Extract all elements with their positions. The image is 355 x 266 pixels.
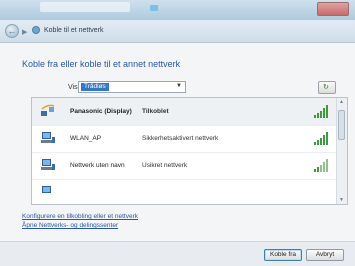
cancel-button[interactable]: Avbryt: [306, 249, 344, 261]
disconnect-button[interactable]: Koble fra: [264, 249, 302, 261]
scroll-up-icon[interactable]: ▲: [339, 99, 344, 105]
signal-strength-icon: [314, 159, 330, 172]
setup-connection-link[interactable]: Konfigurere en tilkobling eller et nettv…: [22, 213, 138, 220]
breadcrumb: Koble til et nettverk: [44, 27, 104, 34]
network-name: WLAN_AP: [70, 135, 102, 142]
forward-arrow-icon[interactable]: ▶: [22, 28, 27, 36]
refresh-icon: ↻: [323, 84, 329, 91]
network-name: Panasonic (Display): [70, 108, 132, 115]
navigation-bar: ← ▶ Koble til et nettverk: [0, 20, 355, 43]
list-scrollbar[interactable]: ▲ ▼: [336, 98, 347, 204]
show-label: Vis: [68, 84, 78, 91]
computer-network-icon: [41, 159, 55, 170]
network-list: Panasonic (Display) Tilkoblet WLAN_AP Si…: [31, 97, 348, 205]
network-type-value: Trådløs: [81, 83, 109, 91]
close-button[interactable]: [317, 2, 349, 16]
wireless-network-icon: [41, 104, 55, 116]
signal-strength-icon: [314, 105, 330, 118]
minimize-button[interactable]: [150, 5, 158, 11]
network-type-select[interactable]: Trådløs ▼: [78, 81, 186, 93]
network-row-wlan-ap[interactable]: WLAN_AP Sikkerhetsaktivert nettverk: [32, 125, 338, 153]
title-bar: [0, 0, 355, 20]
connect-to-network-window: ← ▶ Koble til et nettverk Koble fra elle…: [0, 0, 355, 266]
network-row-panasonic[interactable]: Panasonic (Display) Tilkoblet: [32, 98, 338, 126]
network-status: Sikkerhetsaktivert nettverk: [142, 135, 219, 142]
scroll-down-icon[interactable]: ▼: [339, 197, 344, 203]
back-arrow-icon[interactable]: ←: [5, 24, 19, 38]
network-center-link[interactable]: Åpne Nettverks- og delingssenter: [22, 222, 118, 229]
network-status: Usikret nettverk: [142, 162, 188, 169]
network-globe-icon: [32, 26, 40, 34]
computer-network-icon: [42, 186, 51, 193]
title-bar-glass: [40, 2, 130, 12]
refresh-button[interactable]: ↻: [318, 81, 336, 94]
dialog-footer: Koble fra Avbryt: [0, 241, 355, 266]
network-status: Tilkoblet: [142, 108, 169, 115]
computer-network-icon: [41, 132, 55, 143]
network-row-partial[interactable]: [32, 179, 338, 204]
page-title: Koble fra eller koble til et annet nettv…: [22, 59, 181, 69]
network-name: Nettverk uten navn: [70, 162, 125, 169]
signal-strength-icon: [314, 132, 330, 145]
chevron-down-icon: ▼: [176, 83, 182, 89]
scroll-thumb[interactable]: [338, 110, 345, 140]
network-row-unnamed[interactable]: Nettverk uten navn Usikret nettverk: [32, 152, 338, 180]
